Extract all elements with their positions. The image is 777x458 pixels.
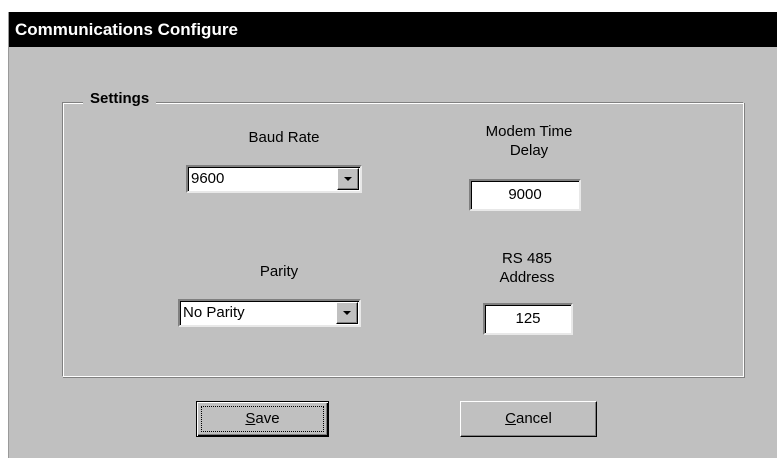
cancel-button[interactable]: Cancel	[460, 401, 597, 437]
communications-configure-window: Communications Configure Settings Baud R…	[8, 12, 777, 458]
settings-groupbox: Settings	[62, 89, 744, 377]
parity-dropdown[interactable]: No Parity	[178, 299, 361, 327]
cancel-mnemonic: C	[505, 410, 516, 427]
modem-time-delay-label: Modem Time Delay	[485, 123, 573, 159]
window-title: Communications Configure	[15, 20, 238, 39]
rs485-address-label: RS 485 Address	[499, 250, 555, 286]
save-mnemonic: S	[245, 410, 256, 427]
chevron-down-icon	[344, 177, 352, 181]
parity-label: Parity	[259, 263, 299, 280]
baud-rate-dropdown-button[interactable]	[337, 168, 359, 190]
settings-group-label: Settings	[83, 89, 157, 109]
parity-value: No Parity	[183, 304, 245, 321]
chevron-down-icon	[343, 311, 351, 315]
baud-rate-dropdown[interactable]: 9600	[186, 165, 362, 193]
window-titlebar[interactable]: Communications Configure	[9, 12, 777, 47]
cancel-button-label: Cancel	[505, 410, 552, 427]
modem-time-delay-field[interactable]: 9000	[469, 179, 581, 211]
cancel-label-rest: ancel	[515, 410, 552, 427]
save-label-rest: ave	[255, 410, 280, 427]
baud-rate-value: 9600	[191, 170, 225, 187]
save-button[interactable]: Save	[196, 401, 329, 437]
baud-rate-label: Baud Rate	[248, 129, 320, 146]
save-button-label: Save	[245, 410, 279, 427]
rs485-address-field[interactable]: 125	[483, 303, 573, 335]
parity-dropdown-button[interactable]	[336, 302, 358, 324]
